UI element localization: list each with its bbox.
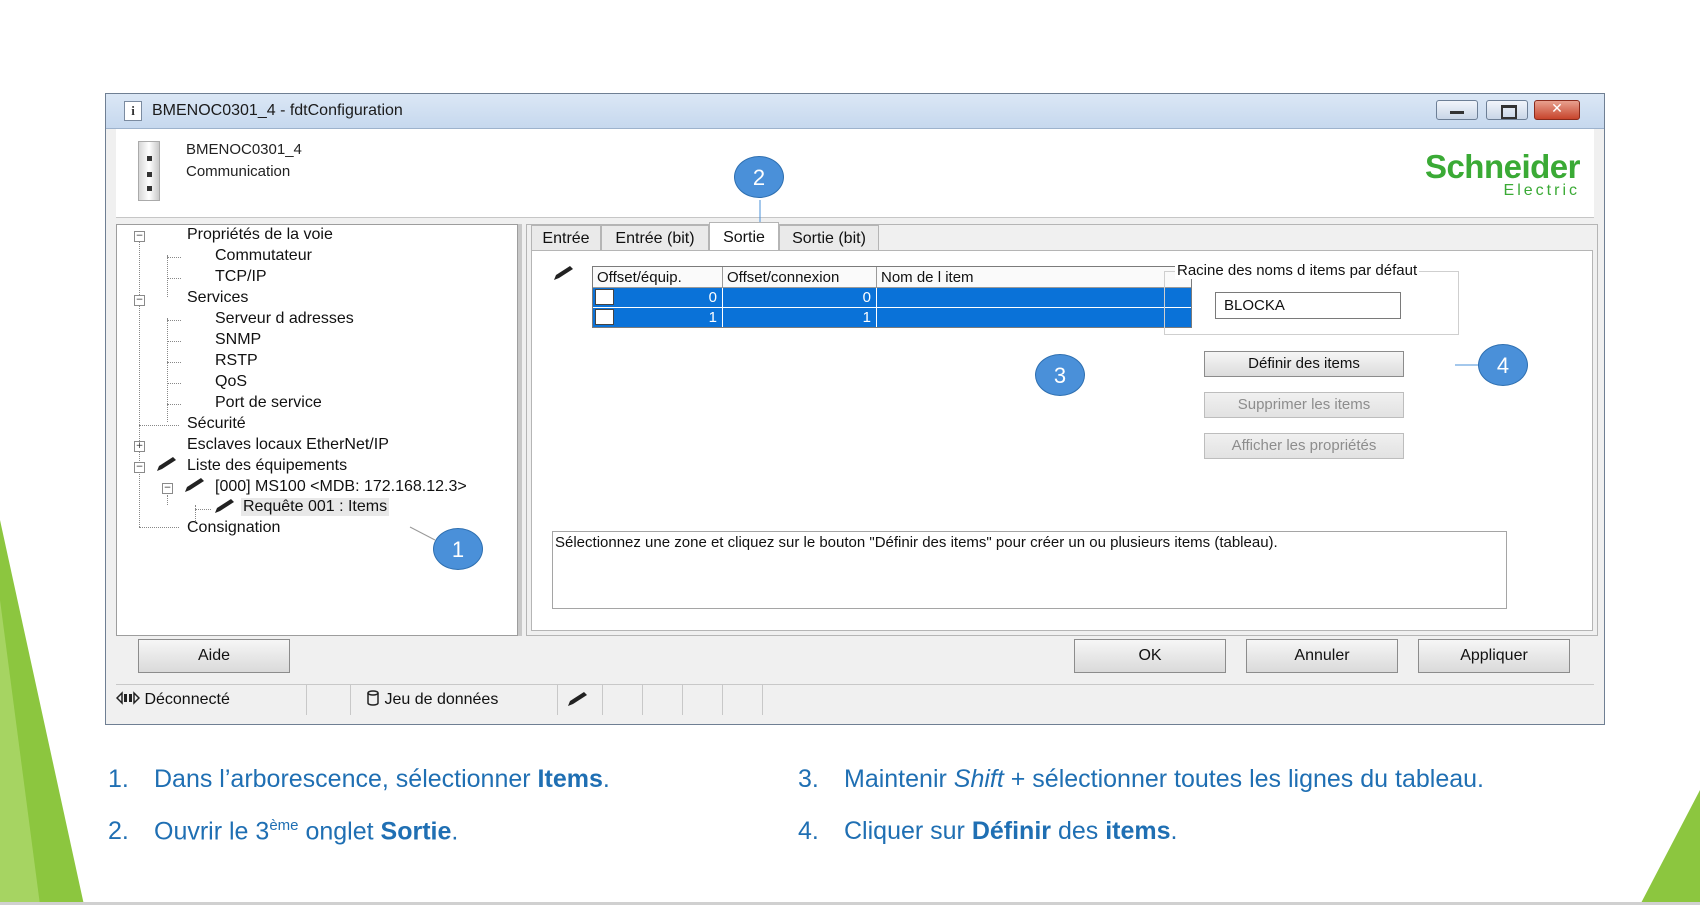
step-text: Cliquer sur	[844, 817, 972, 845]
callout-2: 2	[734, 156, 784, 198]
step-number: 2.	[108, 817, 129, 846]
step-bold: Items	[537, 765, 603, 793]
step-text: Maintenir	[844, 765, 954, 793]
callout-4: 4	[1478, 344, 1528, 386]
step-text: Ouvrir le 3	[154, 817, 270, 846]
step-text: .	[451, 817, 459, 846]
step-text: onglet	[298, 817, 381, 846]
instruction-step-4: 4. Cliquer sur Définir des items.	[798, 817, 1177, 846]
step-text: Dans l’arborescence, sélectionner	[154, 765, 538, 793]
step-bold: Définir	[971, 817, 1052, 845]
step-superscript: ème	[269, 817, 299, 834]
step-text: + sélectionner toutes les lignes du tabl…	[1003, 765, 1484, 793]
step-number: 4.	[798, 817, 819, 845]
step-text: .	[602, 765, 610, 793]
step-text: des	[1051, 817, 1106, 845]
instruction-step-3: 3. Maintenir Shift + sélectionner toutes …	[798, 765, 1484, 794]
step-italic: Shift	[953, 765, 1004, 793]
callout-1-line	[409, 526, 436, 541]
callout-3: 3	[1035, 354, 1085, 396]
tab-sortie[interactable]: Sortie	[709, 222, 779, 250]
step-text: .	[1170, 817, 1178, 845]
instruction-step-1: 1. Dans l’arborescence, sélectionner Item…	[108, 765, 610, 794]
step-number: 1.	[108, 765, 129, 793]
callout-1: 1	[433, 528, 483, 570]
step-bold: items	[1105, 817, 1171, 845]
instruction-step-2: 2. Ouvrir le 3ème onglet Sortie.	[108, 817, 458, 846]
step-number: 3.	[798, 765, 819, 793]
step-bold: Sortie	[380, 817, 452, 846]
